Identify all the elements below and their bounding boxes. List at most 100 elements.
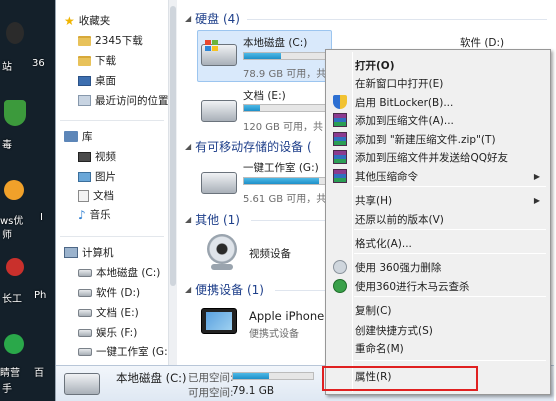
- desktop-app-icon[interactable]: [4, 180, 24, 200]
- library-icon: [64, 131, 78, 142]
- collapse-triangle-icon: ◢: [185, 215, 192, 224]
- desktop-icon-label: 长工: [2, 294, 22, 305]
- nav-item-desktop[interactable]: 桌面: [78, 72, 116, 89]
- hard-drive-icon: [64, 373, 100, 395]
- picture-icon: [78, 171, 91, 182]
- drive-name: 软件 (D:): [460, 37, 505, 49]
- device-name: 视频设备: [249, 248, 291, 260]
- nav-item-drive-d[interactable]: 软件 (D:): [78, 284, 140, 301]
- details-usage-fill: [233, 373, 269, 379]
- desktop-icon-label: Ph: [34, 290, 47, 301]
- menu-separator: [354, 186, 546, 187]
- collapse-triangle-icon: ◢: [185, 285, 192, 294]
- desktop-icon-label: 睛营: [0, 368, 20, 379]
- menu-item-add-to-archive[interactable]: 添加到压缩文件(A)...: [328, 110, 548, 130]
- hard-drive-icon: [201, 100, 237, 122]
- navigation-pane: ★ 收藏夹 2345下载 下载 桌面 最近访问的位置 库 视频 图片 文档 ♪ …: [56, 0, 177, 365]
- nav-computer[interactable]: 计算机: [64, 244, 114, 261]
- menu-item-enable-bitlocker[interactable]: 启用 BitLocker(B)...: [328, 92, 548, 112]
- desktop-background: 站 36 毒 ws优 师 I 长工 Ph 睛营 手 百: [0, 0, 60, 401]
- winrar-icon: [333, 150, 347, 164]
- menu-item-label: 使用360进行木马云查杀: [355, 280, 470, 293]
- desktop-icon-label: 36: [32, 58, 45, 69]
- desktop-icon-label: 百: [34, 368, 44, 379]
- drive-usage-bar: [243, 177, 327, 185]
- menu-item-add-to-zip[interactable]: 添加到 "新建压缩文件.zip"(T): [328, 129, 548, 149]
- shield-icon[interactable]: [4, 100, 26, 126]
- details-free-label: 可用空间:: [188, 387, 234, 399]
- hard-drive-icon: [78, 308, 92, 317]
- nav-item-2345-download[interactable]: 2345下载: [78, 32, 143, 49]
- group-title: 有可移动存储的设备 (: [195, 140, 312, 154]
- nav-item-videos[interactable]: 视频: [78, 148, 116, 165]
- group-header-removable[interactable]: ◢ 有可移动存储的设备 (: [185, 138, 312, 155]
- group-title: 硬盘 (4): [195, 12, 240, 26]
- menu-item-360-force-delete[interactable]: 使用 360强力删除: [328, 257, 548, 277]
- winrar-icon: [333, 169, 347, 183]
- group-header-hard-drives[interactable]: ◢ 硬盘 (4): [185, 10, 240, 27]
- tablet-icon: [201, 308, 237, 334]
- group-header-portable[interactable]: ◢ 便携设备 (1): [185, 281, 264, 298]
- desktop-icon: [78, 75, 91, 86]
- menu-item-restore-previous[interactable]: 还原以前的版本(V): [328, 209, 548, 229]
- menu-item-open[interactable]: 打开(O): [328, 55, 548, 75]
- desktop-app-icon[interactable]: [6, 258, 24, 276]
- 360-delete-icon: [333, 260, 347, 274]
- drive-usage-bar: [243, 52, 327, 60]
- menu-item-label: 添加到压缩文件并发送给QQ好友: [355, 151, 509, 164]
- hard-drive-icon: [78, 347, 92, 356]
- desktop-icon-label: 手: [2, 384, 12, 395]
- desktop-icon-label: ws优: [0, 216, 24, 227]
- video-icon: [78, 151, 91, 162]
- hard-drive-icon: [201, 172, 237, 194]
- menu-item-create-shortcut[interactable]: 创建快捷方式(S): [328, 320, 548, 340]
- nav-item-pictures[interactable]: 图片: [78, 168, 116, 185]
- details-free-value: 79.1 GB: [232, 385, 275, 397]
- menu-item-rename[interactable]: 重命名(M): [328, 338, 548, 358]
- nav-label: 软件 (D:): [96, 287, 141, 299]
- menu-item-copy[interactable]: 复制(C): [328, 300, 548, 320]
- nav-favorites[interactable]: ★ 收藏夹: [64, 12, 110, 29]
- menu-item-label: 重命名(M): [355, 342, 404, 355]
- document-icon: [78, 189, 89, 202]
- nav-item-recent[interactable]: 最近访问的位置: [78, 92, 169, 109]
- drive-usage-fill: [244, 178, 320, 184]
- collapse-triangle-icon: ◢: [185, 142, 192, 151]
- nav-libraries[interactable]: 库: [64, 128, 93, 145]
- nav-item-music[interactable]: ♪ 音乐: [78, 206, 111, 223]
- nav-item-drive-f[interactable]: 娱乐 (F:): [78, 324, 137, 341]
- menu-item-archive-send-qq[interactable]: 添加到压缩文件并发送给QQ好友: [328, 147, 548, 167]
- nav-item-drive-g[interactable]: 一键工作室 (G:): [78, 343, 172, 360]
- nav-item-drive-e[interactable]: 文档 (E:): [78, 304, 139, 321]
- menu-item-format[interactable]: 格式化(A)...: [328, 233, 548, 253]
- desktop-app-icon[interactable]: [4, 334, 24, 354]
- nav-label: 本地磁盘 (C:): [96, 267, 161, 279]
- menu-item-other-compress[interactable]: 其他压缩命令 ▶: [328, 166, 548, 186]
- nav-item-downloads[interactable]: 下载: [78, 52, 116, 69]
- nav-label: 娱乐 (F:): [96, 327, 138, 339]
- nav-item-documents[interactable]: 文档: [78, 187, 114, 204]
- menu-item-label: 使用 360强力删除: [355, 261, 442, 274]
- menu-item-label: 共享(H): [355, 194, 393, 207]
- group-divider: [247, 19, 547, 20]
- nav-label: 文档: [93, 190, 114, 202]
- group-header-other[interactable]: ◢ 其他 (1): [185, 211, 240, 228]
- drive-usage-fill: [244, 105, 261, 111]
- nav-label: 收藏夹: [78, 15, 111, 27]
- music-icon: ♪: [78, 207, 86, 222]
- menu-item-share[interactable]: 共享(H) ▶: [328, 190, 548, 210]
- nav-scrollbar-thumb[interactable]: [170, 6, 176, 286]
- menu-item-360-trojan-scan[interactable]: 使用360进行木马云查杀: [328, 276, 548, 296]
- desktop-app-icon[interactable]: [6, 22, 24, 44]
- menu-item-open-new-window[interactable]: 在新窗口中打开(E): [328, 73, 548, 93]
- menu-item-label: 还原以前的版本(V): [355, 213, 444, 226]
- menu-item-label: 创建快捷方式(S): [355, 324, 433, 337]
- nav-item-drive-c[interactable]: 本地磁盘 (C:): [78, 264, 160, 281]
- device-type: 便携式设备: [249, 329, 299, 340]
- nav-label: 下载: [95, 55, 116, 67]
- nav-label: 视频: [95, 151, 116, 163]
- nav-scrollbar[interactable]: [168, 0, 177, 365]
- nav-label: 库: [82, 131, 93, 143]
- nav-label: 最近访问的位置: [95, 95, 169, 107]
- nav-label: 计算机: [82, 247, 114, 259]
